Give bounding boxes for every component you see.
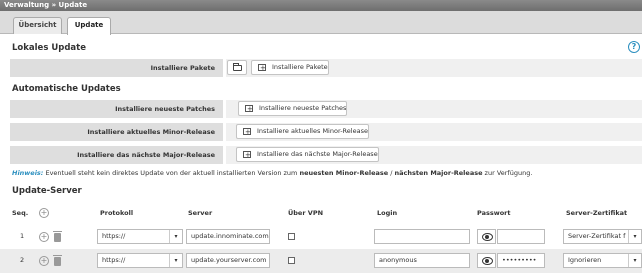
install-icon bbox=[245, 103, 253, 116]
install-packages-button[interactable]: Installiere Pakete bbox=[251, 60, 329, 75]
section-title-auto-updates: Automatische Updates bbox=[12, 84, 121, 94]
col-header-server: Server bbox=[188, 209, 213, 217]
insert-row-icon[interactable]: + bbox=[39, 256, 49, 266]
install-icon bbox=[243, 149, 251, 162]
protocol-value: https:// bbox=[102, 232, 126, 240]
install-patches-label: Installiere neueste Patches bbox=[10, 100, 223, 118]
col-header-cert: Server-Zertifikat bbox=[566, 209, 628, 217]
install-patches-value: Installiere neueste Patches bbox=[226, 100, 642, 118]
hint-text-1: Eventuell steht kein direktes Update von… bbox=[43, 169, 300, 177]
table-row: 1 + https:// ▾ update.innominate.com Ser… bbox=[0, 225, 642, 249]
row-install-major: Installiere das nächste Major-Release In… bbox=[10, 146, 642, 164]
col-header-password: Passwort bbox=[477, 209, 511, 217]
col-header-vpn: Über VPN bbox=[288, 209, 324, 217]
install-major-value: Installiere das nächste Major-Release bbox=[226, 146, 642, 164]
row-seq: 2 bbox=[20, 256, 25, 264]
chevron-down-icon: ▾ bbox=[169, 230, 182, 243]
tab-uebersicht[interactable]: Übersicht bbox=[13, 17, 62, 34]
install-major-label: Installiere das nächste Major-Release bbox=[10, 146, 223, 164]
password-input[interactable]: ••••••••• bbox=[497, 253, 545, 268]
install-minor-button-label: Installiere aktuelles Minor-Release bbox=[257, 127, 368, 135]
help-icon[interactable]: ? bbox=[628, 41, 640, 53]
trash-icon[interactable] bbox=[53, 231, 62, 242]
chevron-down-icon: ▾ bbox=[628, 254, 641, 267]
tab-update[interactable]: Update bbox=[67, 17, 111, 35]
cert-value: Server-Zertifikat f bbox=[568, 232, 626, 240]
install-minor-button[interactable]: Installiere aktuelles Minor-Release bbox=[236, 124, 369, 139]
folder-icon bbox=[233, 63, 242, 71]
hint-bold-major: nächsten Major-Release bbox=[394, 169, 483, 177]
row-install-packages: Installiere Pakete Installiere Pakete bbox=[10, 59, 642, 77]
password-input[interactable] bbox=[497, 229, 545, 244]
chevron-down-icon: ▾ bbox=[628, 230, 641, 243]
add-row-icon[interactable]: + bbox=[39, 208, 49, 218]
install-major-button-label: Installiere das nächste Major-Release bbox=[257, 150, 378, 158]
protocol-select[interactable]: https:// ▾ bbox=[97, 253, 183, 268]
install-packages-label: Installiere Pakete bbox=[10, 59, 223, 77]
tab-bar: Übersicht Update bbox=[0, 11, 642, 35]
insert-row-icon[interactable]: + bbox=[39, 232, 49, 242]
hint-text: Hinweis: Eventuell steht kein direktes U… bbox=[12, 169, 532, 177]
vpn-checkbox[interactable] bbox=[288, 233, 295, 240]
hint-prefix: Hinweis: bbox=[12, 169, 44, 177]
col-header-protocol: Protokoll bbox=[100, 209, 134, 217]
install-packages-value: Installiere Pakete bbox=[226, 59, 642, 77]
browse-file-button[interactable] bbox=[227, 60, 247, 75]
section-title-update-server: Update-Server bbox=[12, 186, 82, 196]
protocol-value: https:// bbox=[102, 256, 126, 264]
trash-icon[interactable] bbox=[53, 255, 62, 266]
col-header-seq: Seq. bbox=[12, 209, 29, 217]
login-input[interactable]: anonymous bbox=[374, 253, 470, 268]
login-input[interactable] bbox=[374, 229, 470, 244]
section-title-local-update: Lokales Update bbox=[12, 43, 86, 53]
row-install-patches: Installiere neueste Patches Installiere … bbox=[10, 100, 642, 118]
install-minor-label: Installiere aktuelles Minor-Release bbox=[10, 123, 223, 141]
install-patches-button-label: Installiere neueste Patches bbox=[259, 104, 347, 112]
server-input[interactable]: update.innominate.com bbox=[186, 229, 270, 244]
cert-select[interactable]: Ignorieren ▾ bbox=[563, 253, 642, 268]
eye-icon[interactable] bbox=[477, 253, 496, 268]
install-minor-value: Installiere aktuelles Minor-Release bbox=[226, 123, 642, 141]
table-row: 2 + https:// ▾ update.yourserver.com ano… bbox=[0, 249, 642, 273]
install-patches-button[interactable]: Installiere neueste Patches bbox=[238, 101, 348, 116]
protocol-select[interactable]: https:// ▾ bbox=[97, 229, 183, 244]
cert-select[interactable]: Server-Zertifikat f ▾ bbox=[563, 229, 642, 244]
col-header-login: Login bbox=[377, 209, 398, 217]
install-icon bbox=[243, 126, 251, 139]
hint-bold-minor: neuesten Minor-Release bbox=[299, 169, 389, 177]
chevron-down-icon: ▾ bbox=[169, 254, 182, 267]
row-seq: 1 bbox=[20, 232, 25, 240]
vpn-checkbox[interactable] bbox=[288, 257, 295, 264]
install-major-button[interactable]: Installiere das nächste Major-Release bbox=[236, 147, 379, 162]
breadcrumb: Verwaltung » Update bbox=[0, 0, 642, 11]
install-packages-button-label: Installiere Pakete bbox=[272, 63, 328, 71]
server-input[interactable]: update.yourserver.com bbox=[186, 253, 270, 268]
row-install-minor: Installiere aktuelles Minor-Release Inst… bbox=[10, 123, 642, 141]
hint-text-2: zur Verfügung. bbox=[482, 169, 533, 177]
cert-value: Ignorieren bbox=[568, 256, 602, 264]
install-icon bbox=[258, 62, 266, 75]
eye-icon[interactable] bbox=[477, 229, 496, 244]
